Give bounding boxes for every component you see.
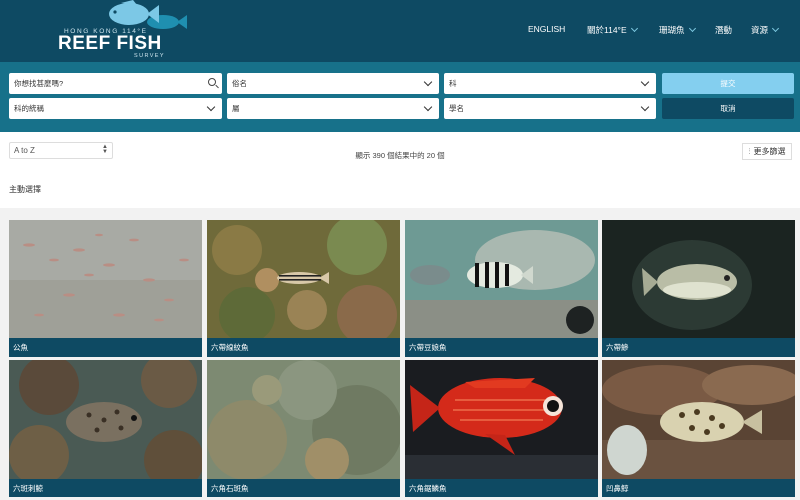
chevron-down-icon xyxy=(640,77,650,87)
nav-label: 資源 xyxy=(751,25,769,35)
fish-card[interactable]: 六帶鰺 xyxy=(602,220,795,357)
chevron-down-icon xyxy=(423,77,433,87)
logo-sub-text: SURVEY xyxy=(134,53,165,59)
chevron-down-icon xyxy=(206,102,216,112)
filter-bar: 你想找甚麼嗎? 俗名 科 提交 科的統稱 屬 學名 取消 xyxy=(0,62,800,132)
search-input[interactable]: 你想找甚麼嗎? xyxy=(9,73,222,94)
chevron-down-icon xyxy=(630,24,638,33)
fish-name: 凹鼻鯙 xyxy=(602,479,795,497)
squirrelfish-photo xyxy=(405,360,598,479)
fish-card[interactable]: 六角鋸鱗魚 xyxy=(405,360,598,497)
featured-heading: 主動選擇 xyxy=(9,185,41,194)
fish-name: 六角鋸鱗魚 xyxy=(405,479,598,497)
nav-english[interactable]: ENGLISH xyxy=(528,24,565,34)
chevron-down-icon xyxy=(640,102,650,112)
fish-name: 六帶豆娘魚 xyxy=(405,338,598,357)
scientific-name-select[interactable]: 學名 xyxy=(444,98,656,119)
fish-card[interactable]: 六斑刺鯨 xyxy=(9,360,202,497)
select-label: 屬 xyxy=(232,104,240,113)
fish-school-photo xyxy=(9,220,202,338)
nav-resources[interactable]: 資源 xyxy=(751,24,780,36)
reef-fish-logo[interactable]: HONG KONG 114°E REEF FISH SURVEY xyxy=(58,0,198,62)
fish-card[interactable]: 公魚 xyxy=(9,220,202,357)
fish-name: 六帶鰺 xyxy=(602,338,795,357)
common-name-select[interactable]: 俗名 xyxy=(227,73,439,94)
nav-reef-fish[interactable]: 珊瑚魚 xyxy=(659,24,696,36)
nav-label: ENGLISH xyxy=(528,24,566,34)
jack-fish-photo xyxy=(602,220,795,338)
nav-about[interactable]: 關於114°E xyxy=(587,24,638,36)
results-summary: 顯示 390 個結果中的 20 個 xyxy=(355,151,445,160)
genus-select[interactable]: 屬 xyxy=(227,98,439,119)
select-label: 科 xyxy=(449,79,457,88)
submit-label: 提交 xyxy=(720,79,736,88)
porcupinefish-photo xyxy=(9,360,202,479)
select-label: 學名 xyxy=(449,104,464,113)
search-placeholder: 你想找甚麼嗎? xyxy=(14,79,64,88)
family-group-select[interactable]: 科的統稱 xyxy=(9,98,222,119)
cancel-label: 取消 xyxy=(720,104,736,113)
fish-card[interactable]: 六帶線紋魚 xyxy=(207,220,400,357)
chevron-down-icon xyxy=(423,102,433,112)
site-header: HONG KONG 114°E REEF FISH SURVEY ENGLISH… xyxy=(0,0,800,62)
more-filters-button[interactable]: ⫶ 更多篩選 xyxy=(742,143,792,160)
filter-sliders-icon: ⫶ xyxy=(748,146,751,156)
fish-name: 六斑刺鯨 xyxy=(9,479,202,497)
fish-name: 公魚 xyxy=(9,338,202,357)
fish-card[interactable]: 六角石斑魚 xyxy=(207,360,400,497)
select-label: 俗名 xyxy=(232,79,247,88)
fish-card[interactable]: 六帶豆娘魚 xyxy=(405,220,598,357)
family-select[interactable]: 科 xyxy=(444,73,656,94)
damselfish-photo xyxy=(405,220,598,338)
fish-name: 六角石斑魚 xyxy=(207,479,400,497)
nav-label: 關於114°E xyxy=(587,25,627,35)
nav-label: 珊瑚魚 xyxy=(659,25,685,35)
fish-name: 六帶線紋魚 xyxy=(207,338,400,357)
chevron-down-icon xyxy=(688,24,696,33)
fish-card[interactable]: 凹鼻鯙 xyxy=(602,360,795,497)
pufferfish-photo xyxy=(602,360,795,479)
nav-dive[interactable]: 潛動 xyxy=(715,24,732,36)
submit-button[interactable]: 提交 xyxy=(662,73,794,94)
logo-main-text: REEF FISH xyxy=(58,33,162,54)
grouper-photo xyxy=(207,360,400,479)
nav-label: 潛動 xyxy=(715,25,733,35)
more-filters-label: 更多篩選 xyxy=(753,147,786,156)
select-label: 科的統稱 xyxy=(14,104,44,113)
cancel-button[interactable]: 取消 xyxy=(662,98,794,119)
search-icon[interactable] xyxy=(208,78,216,86)
chevron-down-icon xyxy=(771,24,780,33)
striped-fish-photo xyxy=(207,220,400,338)
